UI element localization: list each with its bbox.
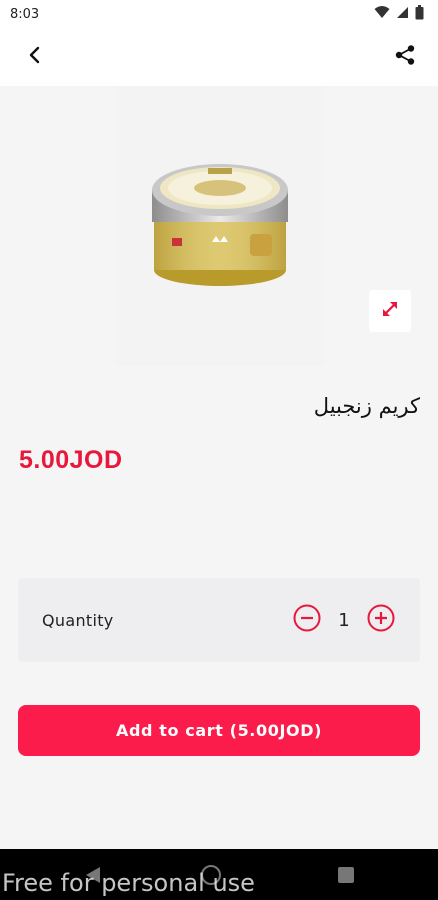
watermark-text: Free for personal use — [2, 869, 255, 897]
status-icons — [374, 4, 424, 24]
expand-icon — [380, 299, 400, 323]
status-time: 8:03 — [10, 6, 40, 22]
share-icon — [394, 44, 416, 70]
chevron-left-icon — [28, 46, 42, 68]
app-bar — [0, 28, 438, 86]
increase-quantity-button[interactable] — [366, 603, 396, 637]
back-button[interactable] — [20, 42, 50, 72]
battery-icon — [415, 4, 424, 24]
decrease-quantity-button[interactable] — [292, 603, 322, 637]
signal-icon — [396, 6, 409, 23]
quantity-stepper: 1 — [292, 603, 396, 637]
product-title: كريم زنجبيل — [313, 394, 420, 418]
status-bar: 8:03 — [0, 0, 438, 28]
share-button[interactable] — [390, 42, 420, 72]
nav-recents-icon[interactable] — [338, 867, 354, 883]
quantity-section: Quantity 1 — [18, 578, 420, 662]
minus-circle-icon — [292, 603, 322, 637]
cream-jar-image — [150, 160, 290, 294]
product-image[interactable] — [116, 86, 324, 366]
quantity-label: Quantity — [42, 610, 114, 630]
expand-image-button[interactable] — [369, 290, 411, 332]
add-to-cart-label: Add to cart (5.00JOD) — [116, 721, 322, 740]
quantity-value: 1 — [338, 609, 350, 631]
plus-circle-icon — [366, 603, 396, 637]
wifi-icon — [374, 5, 390, 23]
product-price: 5.00JOD — [19, 446, 123, 474]
add-to-cart-button[interactable]: Add to cart (5.00JOD) — [18, 705, 420, 756]
